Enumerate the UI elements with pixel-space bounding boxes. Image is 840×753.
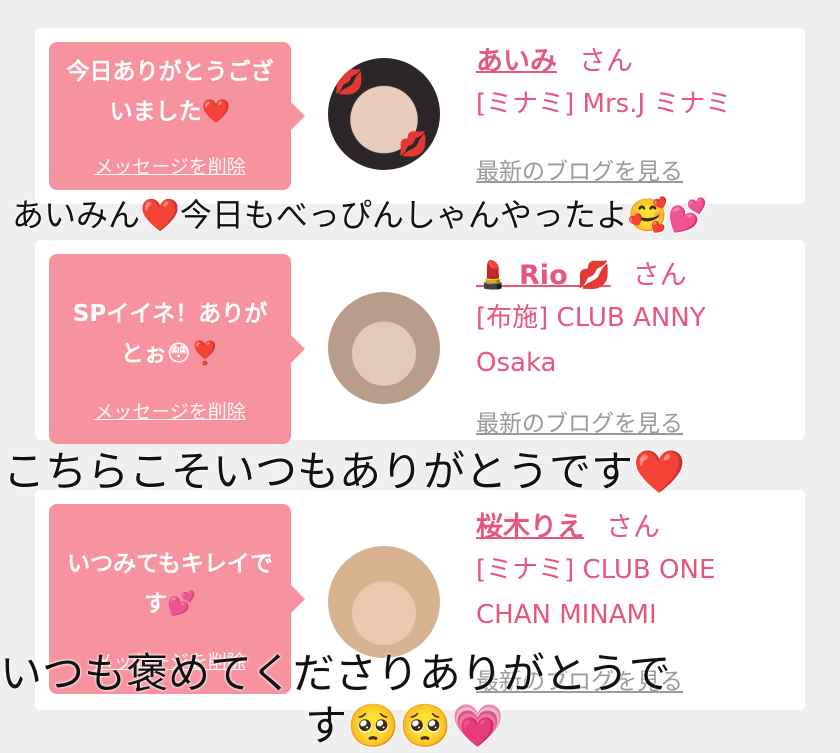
sender-info: 桜木りえ さん [ミナミ] CLUB ONE CHAN MINAMI [476, 508, 793, 638]
sender-name-link[interactable]: 💄 Rio 💋 [476, 260, 611, 291]
shop-name: [ミナミ] Mrs.J ミナミ [476, 89, 732, 119]
shop-name: [布施] CLUB ANNY Osaka [476, 303, 706, 378]
caption-overlay: す🥺🥺💗 [305, 701, 504, 750]
lips-icon: 💋 [334, 68, 364, 96]
latest-blog-link[interactable]: 最新のブログを見る [476, 152, 683, 186]
sender-info: あいみ さん [ミナミ] Mrs.J ミナミ [476, 42, 793, 127]
sender-name-link[interactable]: 桜木りえ [476, 512, 584, 543]
caption-overlay: あいみん❤️今日もべっぴんしゃんやったよ🥰💕 [12, 196, 708, 234]
shop-name: [ミナミ] CLUB ONE CHAN MINAMI [476, 555, 716, 630]
message-bubble: SPイイネ！ありがとぉ😳❣️ メッセージを削除 [49, 254, 305, 444]
message-card: 今日ありがとうございました❤️ メッセージを削除 💋 💋 あいみ さん [ミナミ]… [35, 28, 805, 204]
honorific: さん [632, 260, 687, 291]
caption-overlay: こちらこそいつもありがとうです❤️ [3, 447, 686, 496]
delete-message-link[interactable]: メッセージを削除 [49, 397, 291, 424]
message-text: いつみてもキレイです💕 [67, 551, 273, 617]
sender-name-link[interactable]: あいみ [476, 46, 557, 77]
avatar[interactable] [328, 292, 440, 404]
message-bubble: 今日ありがとうございました❤️ メッセージを削除 [49, 42, 305, 190]
latest-blog-link[interactable]: 最新のブログを見る [476, 404, 683, 438]
lips-icon: 💋 [398, 130, 428, 158]
message-text: SPイイネ！ありがとぉ😳❣️ [72, 301, 268, 367]
honorific: さん [579, 46, 633, 77]
delete-message-link[interactable]: メッセージを削除 [49, 152, 291, 179]
message-card: SPイイネ！ありがとぉ😳❣️ メッセージを削除 💄 Rio 💋 さん [布施] C… [35, 240, 805, 444]
honorific: さん [606, 512, 660, 543]
sender-info: 💄 Rio 💋 さん [布施] CLUB ANNY Osaka [476, 256, 793, 386]
message-text: 今日ありがとうございました❤️ [66, 59, 274, 125]
avatar[interactable]: 💋 💋 [328, 58, 440, 170]
